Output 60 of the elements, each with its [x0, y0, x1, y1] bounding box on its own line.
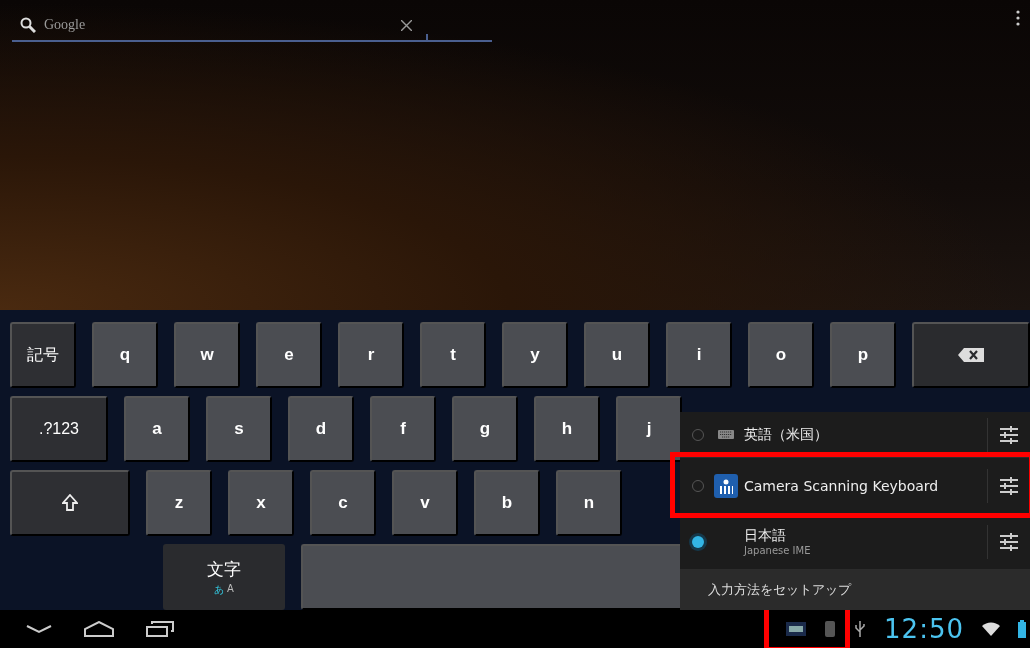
keyboard-key[interactable]: p [830, 322, 896, 388]
mode-option: あ [214, 582, 225, 597]
settings-button[interactable] [1000, 476, 1018, 495]
keyboard-key[interactable]: h [534, 396, 600, 462]
settings-icon [1000, 532, 1018, 551]
keyboard-key[interactable]: o [748, 322, 814, 388]
keyboard-key[interactable]: v [392, 470, 458, 536]
keyboard-key[interactable]: n [556, 470, 622, 536]
battery-icon [1018, 620, 1026, 638]
keyboard-key[interactable]: i [666, 322, 732, 388]
settings-button[interactable] [1000, 425, 1018, 444]
keyboard-key[interactable]: 記号 [10, 322, 76, 388]
home-icon[interactable] [84, 621, 114, 637]
keyboard-key[interactable]: f [370, 396, 436, 462]
backspace-icon [958, 348, 984, 362]
shift-icon [62, 494, 78, 512]
radio-button[interactable] [692, 535, 704, 548]
clock-time: 12:50 [884, 614, 964, 644]
mode-option: A [227, 582, 234, 597]
usb-icon [854, 620, 867, 638]
keyboard-icon [718, 430, 734, 439]
keyboard-key[interactable]: c [310, 470, 376, 536]
method-subtitle: Japanese IME [744, 545, 812, 556]
keyboard-key[interactable]: .?123 [10, 396, 108, 462]
phone-icon[interactable] [824, 620, 837, 638]
backspace-key[interactable] [912, 322, 1030, 388]
setup-input-methods[interactable]: 入力方法をセットアップ [680, 570, 1030, 610]
back-icon[interactable] [26, 624, 52, 634]
keyboard-key[interactable]: r [338, 322, 404, 388]
method-title: 日本語 [744, 527, 787, 545]
keyboard-icon[interactable] [786, 622, 807, 636]
keyboard-key[interactable]: z [146, 470, 212, 536]
settings-button[interactable] [1000, 532, 1018, 551]
shift-key[interactable] [10, 470, 130, 536]
key-label: 文字 [207, 557, 241, 581]
close-icon [401, 20, 412, 31]
keyboard-key[interactable]: j [616, 396, 682, 462]
keyboard-key[interactable]: x [228, 470, 294, 536]
keyboard-key[interactable]: d [288, 396, 354, 462]
input-mode-key[interactable]: 文字 あ A [163, 544, 285, 610]
wifi-icon [982, 622, 1000, 636]
keyboard-key[interactable]: a [124, 396, 190, 462]
search-icon [20, 17, 36, 33]
app-icon [714, 473, 738, 498]
keyboard-key[interactable]: e [256, 322, 322, 388]
settings-icon [1000, 425, 1018, 444]
search-field[interactable]: Google [42, 16, 386, 34]
keyboard-key[interactable]: s [206, 396, 272, 462]
keyboard-key[interactable]: g [452, 396, 518, 462]
method-title: Camera Scanning Keyboard [744, 477, 940, 494]
method-title: 英語（米国） [744, 425, 829, 444]
keyboard-key[interactable]: y [502, 322, 568, 388]
overflow-menu-icon[interactable] [1016, 10, 1020, 26]
keyboard-key[interactable]: b [474, 470, 540, 536]
settings-icon [1000, 476, 1018, 495]
keyboard-key[interactable]: q [92, 322, 158, 388]
keyboard-key[interactable]: w [174, 322, 240, 388]
keyboard-key[interactable]: t [420, 322, 486, 388]
recents-icon[interactable] [146, 621, 174, 637]
keyboard-key[interactable]: u [584, 322, 650, 388]
